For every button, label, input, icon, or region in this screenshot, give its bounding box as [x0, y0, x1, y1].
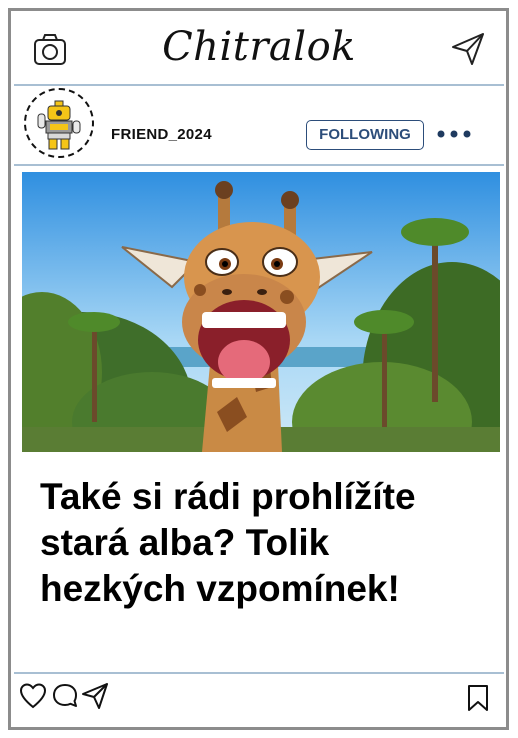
- robot-avatar-icon: [37, 100, 81, 150]
- app-header: Chitralok: [14, 14, 504, 86]
- username[interactable]: FRIEND_2024: [111, 126, 212, 143]
- laughing-giraffe-photo: [22, 172, 500, 452]
- share-icon[interactable]: [81, 682, 109, 710]
- bookmark-icon[interactable]: [464, 684, 492, 712]
- post-caption: Také si rádi prohlížíte stará alba? Toli…: [40, 476, 416, 609]
- heart-icon[interactable]: [19, 682, 47, 710]
- more-dots-icon[interactable]: [434, 122, 474, 146]
- avatar[interactable]: [24, 88, 94, 158]
- post-author-row: FRIEND_2024 FOLLOWING: [14, 86, 504, 166]
- app-logo: Chitralok: [162, 24, 356, 70]
- following-button[interactable]: FOLLOWING: [306, 120, 424, 150]
- comment-bubble-icon[interactable]: [51, 682, 79, 710]
- post-actions-bar: [14, 676, 504, 716]
- send-icon[interactable]: [450, 31, 486, 67]
- post-image[interactable]: [22, 172, 500, 452]
